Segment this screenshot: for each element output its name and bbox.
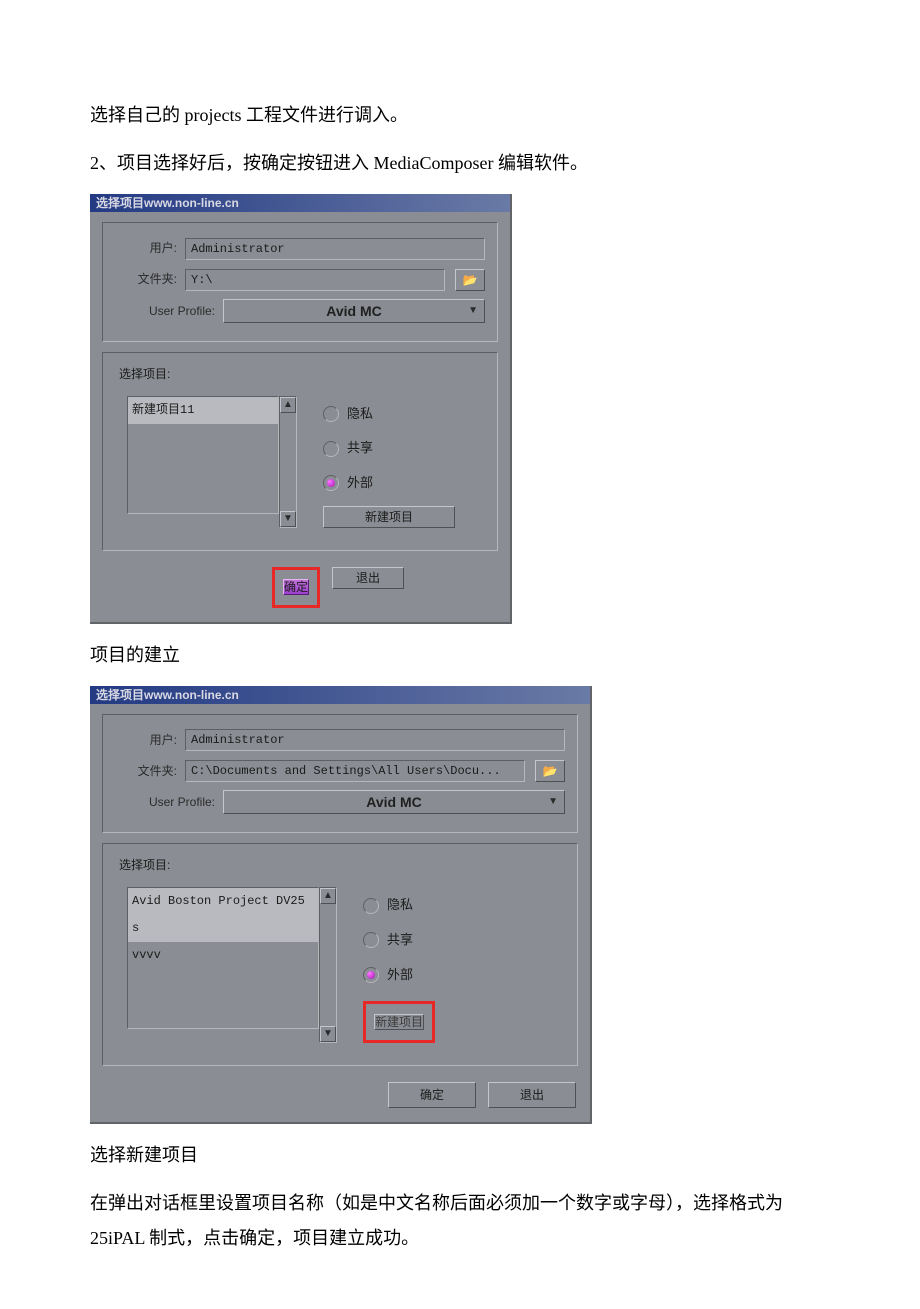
radio-icon	[323, 475, 339, 491]
browse-folder-button[interactable]: 📂	[535, 760, 565, 782]
scrollbar[interactable]: ▲ ▼	[319, 887, 337, 1043]
new-project-highlight: 新建项目	[363, 1001, 435, 1043]
radio-private[interactable]: 隐私	[323, 402, 455, 427]
user-field[interactable]: Administrator	[185, 729, 565, 751]
list-item[interactable]: Avid Boston Project DV25	[128, 888, 318, 915]
profile-label: User Profile:	[115, 791, 215, 814]
scroll-up-button[interactable]: ▲	[320, 888, 336, 904]
user-field[interactable]: Administrator	[185, 238, 485, 260]
dropdown-value: Avid MC	[326, 303, 381, 319]
project-list-wrap: 新建项目11 ▲ ▼	[127, 396, 297, 528]
doc-line-3: 项目的建立	[90, 638, 830, 672]
radio-private[interactable]: 隐私	[363, 893, 435, 918]
folder-label: 文件夹:	[115, 268, 177, 291]
user-panel: 用户: Administrator 文件夹: C:\Documents and …	[102, 714, 578, 834]
radio-icon	[363, 967, 379, 983]
exit-button[interactable]: 退出	[488, 1082, 576, 1108]
project-list-wrap: Avid Boston Project DV25 s vvvv ▲ ▼	[127, 887, 337, 1043]
user-label: 用户:	[115, 237, 177, 260]
radio-label: 隐私	[347, 402, 373, 427]
list-item[interactable]: 新建项目11	[128, 397, 278, 424]
dialog-footer: 确定 退出	[90, 557, 510, 622]
scope-radio-group: 隐私 共享 外部 新建项目	[363, 887, 435, 1043]
user-label: 用户:	[115, 729, 177, 752]
radio-label: 共享	[347, 436, 373, 461]
project-listbox[interactable]: 新建项目11	[127, 396, 279, 514]
folder-label: 文件夹:	[115, 760, 177, 783]
radio-icon	[323, 441, 339, 457]
user-profile-dropdown[interactable]: Avid MC ▼	[223, 299, 485, 323]
radio-external[interactable]: 外部	[323, 471, 455, 496]
user-profile-dropdown[interactable]: Avid MC ▼	[223, 790, 565, 814]
radio-icon	[363, 932, 379, 948]
scroll-down-button[interactable]: ▼	[320, 1026, 336, 1042]
user-panel: 用户: Administrator 文件夹: Y:\ 📂 User Profil…	[102, 222, 498, 342]
select-project-dialog-1: 选择项目www.non-line.cn 用户: Administrator 文件…	[90, 194, 512, 623]
profile-label: User Profile:	[115, 300, 215, 323]
doc-line-5: 在弹出对话框里设置项目名称（如是中文名称后面必须加一个数字或字母），选择格式为 …	[90, 1186, 830, 1254]
doc-line-4: 选择新建项目	[90, 1138, 830, 1172]
browse-folder-button[interactable]: 📂	[455, 269, 485, 291]
folder-field[interactable]: Y:\	[185, 269, 445, 291]
doc-line-2: 2、项目选择好后，按确定按钮进入 MediaComposer 编辑软件。	[90, 146, 830, 180]
dialog-title: 选择项目www.non-line.cn	[90, 686, 590, 704]
radio-icon	[323, 406, 339, 422]
radio-label: 外部	[387, 963, 413, 988]
radio-label: 外部	[347, 471, 373, 496]
select-label: 选择项目:	[119, 363, 485, 386]
exit-button[interactable]: 退出	[332, 567, 404, 589]
list-item[interactable]: s	[128, 915, 318, 942]
radio-label: 共享	[387, 928, 413, 953]
select-project-dialog-2: 选择项目www.non-line.cn 用户: Administrator 文件…	[90, 686, 592, 1124]
dialog-title: 选择项目www.non-line.cn	[90, 194, 510, 212]
radio-shared[interactable]: 共享	[363, 928, 435, 953]
scope-radio-group: 隐私 共享 外部 新建项目	[323, 396, 455, 528]
scrollbar[interactable]: ▲ ▼	[279, 396, 297, 528]
scroll-up-button[interactable]: ▲	[280, 397, 296, 413]
radio-icon	[363, 898, 379, 914]
new-project-button[interactable]: 新建项目	[323, 506, 455, 528]
dropdown-value: Avid MC	[366, 794, 421, 810]
select-label: 选择项目:	[119, 854, 565, 877]
list-item[interactable]: vvvv	[128, 942, 318, 969]
folder-icon: 📂	[463, 273, 478, 287]
select-panel: 选择项目: Avid Boston Project DV25 s vvvv ▲ …	[102, 843, 578, 1066]
ok-highlight: 确定	[272, 567, 320, 608]
radio-label: 隐私	[387, 893, 413, 918]
folder-field[interactable]: C:\Documents and Settings\All Users\Docu…	[185, 760, 525, 782]
doc-line-1: 选择自己的 projects 工程文件进行调入。	[90, 98, 830, 132]
ok-button[interactable]: 确定	[388, 1082, 476, 1108]
new-project-button[interactable]: 新建项目	[374, 1014, 424, 1030]
project-listbox[interactable]: Avid Boston Project DV25 s vvvv	[127, 887, 319, 1029]
select-panel: 选择项目: 新建项目11 ▲ ▼ 隐私	[102, 352, 498, 551]
dialog-footer: 确定 退出	[90, 1072, 590, 1122]
chevron-down-icon: ▼	[468, 300, 478, 322]
folder-icon: 📂	[543, 764, 558, 778]
radio-shared[interactable]: 共享	[323, 436, 455, 461]
radio-external[interactable]: 外部	[363, 963, 435, 988]
scroll-down-button[interactable]: ▼	[280, 511, 296, 527]
chevron-down-icon: ▼	[548, 791, 558, 813]
ok-button[interactable]: 确定	[283, 579, 309, 595]
